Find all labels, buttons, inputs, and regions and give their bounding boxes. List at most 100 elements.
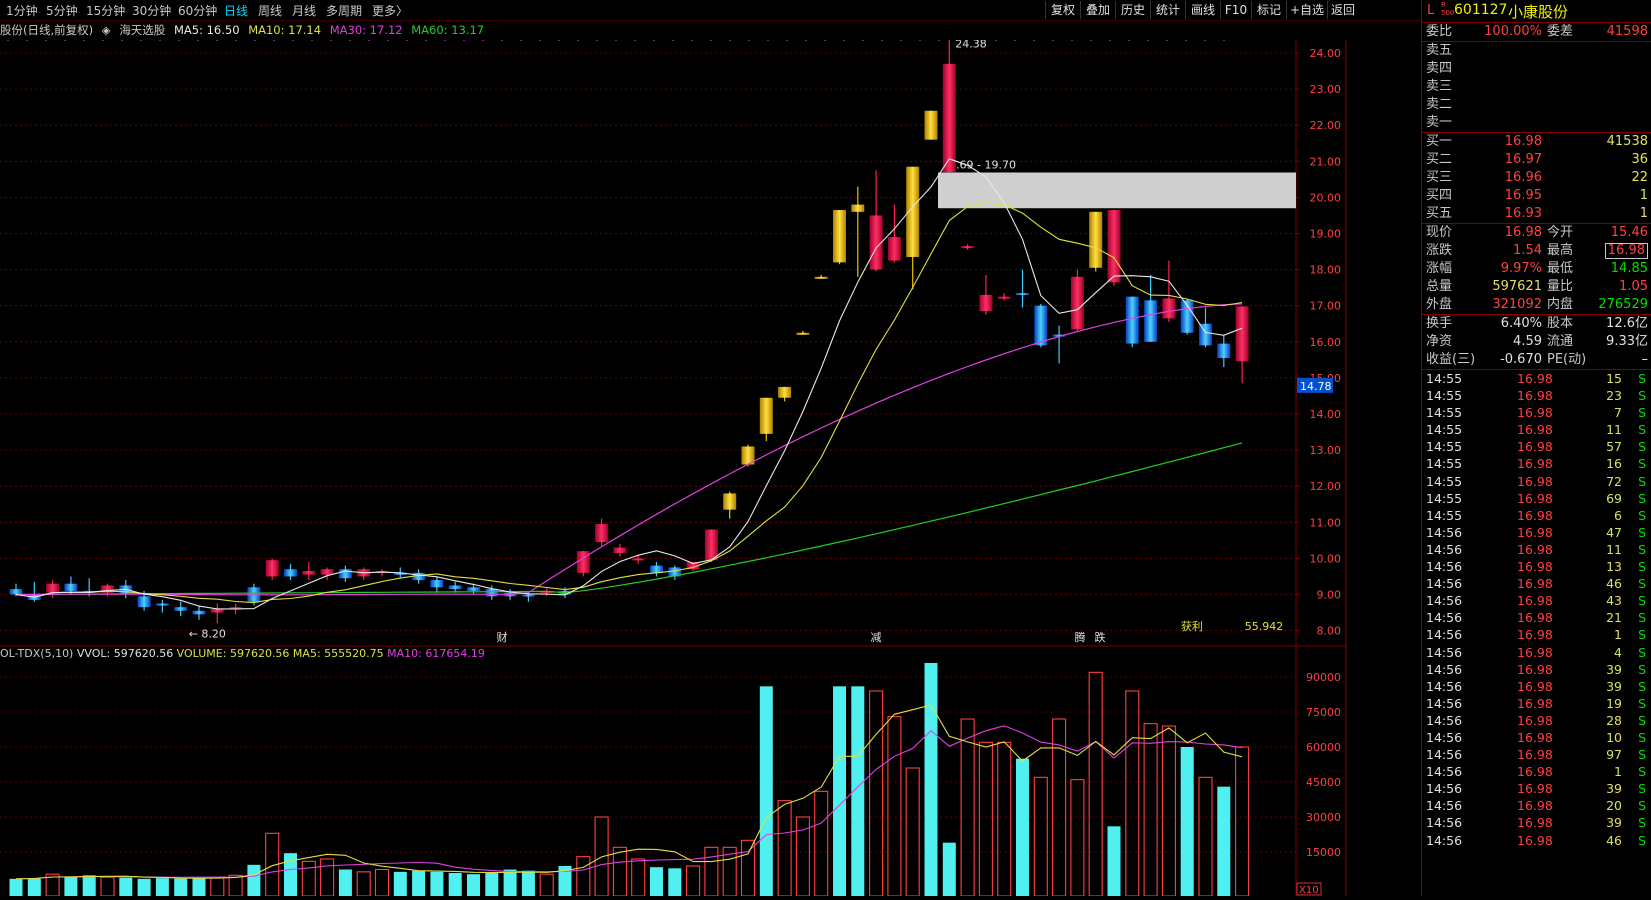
top-dot (7, 39, 9, 41)
toolbar-button-6[interactable]: 标记 (1251, 1, 1286, 19)
top-dot (387, 39, 389, 41)
period-tab-2[interactable]: 15分钟 (86, 2, 125, 19)
toolbar-button-5[interactable]: F10 (1220, 1, 1251, 19)
tick-time: 14:56 (1426, 644, 1463, 660)
top-dot (482, 39, 484, 41)
tick-list[interactable]: 14:55 16.98 15 S 14:55 16.98 23 S 14:55 16.98 7 S 14… (1422, 370, 1651, 849)
buy-label: 买四 (1426, 188, 1453, 203)
tick-row[interactable]: 14:56 16.98 46 S (1422, 575, 1651, 592)
tick-row[interactable]: 14:56 16.98 39 S (1422, 678, 1651, 695)
toolbar-button-0[interactable]: 复权 (1045, 1, 1080, 19)
period-tab-6[interactable]: 周线 (258, 2, 282, 19)
indicator-name[interactable]: 海天选股 (119, 23, 165, 37)
settings-diamond-icon[interactable]: ◈ (102, 23, 111, 37)
top-dot (615, 39, 617, 41)
volume-tick-label: 15000 (1306, 846, 1341, 859)
period-tab-3[interactable]: 30分钟 (132, 2, 171, 19)
volume-unit-label: X10 (1299, 885, 1319, 896)
candle-body (961, 246, 975, 249)
stat-value: 16.98 (1504, 225, 1542, 240)
tick-row[interactable]: 14:56 16.98 28 S (1422, 712, 1651, 729)
top-dot (406, 39, 408, 41)
event-marker: 腾 (1075, 630, 1086, 644)
candle-body (796, 332, 810, 335)
tick-side: S (1638, 712, 1646, 728)
tick-row[interactable]: 14:55 16.98 7 S (1422, 404, 1651, 421)
period-tab-4[interactable]: 60分钟 (178, 2, 217, 19)
volume-bar (1088, 671, 1103, 897)
top-dot (805, 39, 807, 41)
top-dot (710, 39, 712, 41)
period-tab-7[interactable]: 月线 (292, 2, 316, 19)
period-tab-9[interactable]: 更多〉 (372, 2, 408, 19)
volume-bar (155, 878, 169, 896)
candle-body (997, 296, 1011, 299)
tick-row[interactable]: 14:56 16.98 11 S (1422, 541, 1651, 558)
tick-side: S (1638, 678, 1646, 694)
tick-row[interactable]: 14:56 16.98 1 S (1422, 763, 1651, 780)
price-tick-label: 24.00 (1310, 47, 1342, 60)
tick-row[interactable]: 14:56 16.98 4 S (1422, 644, 1651, 661)
volume-bar (1143, 723, 1158, 897)
chart-area[interactable]: 24.00 23.00 22.00 21.00 20.00 19.00 18.00 17.00… (0, 37, 1421, 897)
kline-chart[interactable]: 24.00 23.00 22.00 21.00 20.00 19.00 18.00 17.00… (0, 37, 1421, 897)
toolbar-button-4[interactable]: 画线 (1185, 1, 1220, 19)
top-dot (83, 39, 85, 41)
stat-label: 外盘 (1426, 297, 1453, 312)
period-tab-5[interactable]: 日线 (224, 2, 248, 19)
tick-volume: 11 (1606, 541, 1622, 557)
tick-row[interactable]: 14:55 16.98 16 S (1422, 455, 1651, 472)
tick-row[interactable]: 14:55 16.98 23 S (1422, 387, 1651, 404)
tick-row[interactable]: 14:56 16.98 39 S (1422, 814, 1651, 831)
volume-bar (9, 878, 23, 896)
candle-body (430, 580, 444, 588)
tick-row[interactable]: 14:56 16.98 47 S (1422, 524, 1651, 541)
tick-volume: 6 (1614, 507, 1622, 523)
toolbar-button-1[interactable]: 叠加 (1080, 1, 1115, 19)
buy-row-3: 买三 16.96 22 (1422, 169, 1651, 187)
tick-row[interactable]: 14:56 16.98 10 S (1422, 729, 1651, 746)
weicha-value: 41598 (1606, 24, 1648, 39)
tick-row[interactable]: 14:55 16.98 72 S (1422, 473, 1651, 490)
candle-body (1125, 296, 1139, 344)
period-tab-1[interactable]: 5分钟 (46, 2, 78, 19)
tick-time: 14:55 (1426, 422, 1463, 438)
period-tab-8[interactable]: 多周期 (326, 2, 362, 19)
tick-row[interactable]: 14:56 16.98 97 S (1422, 746, 1651, 763)
ma60-line (15, 442, 1243, 596)
tick-row[interactable]: 14:55 16.98 6 S (1422, 507, 1651, 524)
tick-volume: 46 (1606, 832, 1622, 848)
volume-bar (539, 873, 554, 897)
tick-row[interactable]: 14:56 16.98 46 S (1422, 832, 1651, 849)
top-dot (1185, 39, 1187, 41)
price-tick-label: 10.00 (1310, 552, 1342, 565)
tick-row[interactable]: 14:56 16.98 13 S (1422, 558, 1651, 575)
top-dot (1204, 39, 1206, 41)
toolbar-button-8[interactable]: 返回 (1327, 1, 1358, 19)
tick-price: 16.98 (1517, 747, 1553, 763)
tick-row[interactable]: 14:56 16.98 20 S (1422, 797, 1651, 814)
tick-row[interactable]: 14:56 16.98 21 S (1422, 609, 1651, 626)
candle-body (942, 63, 956, 173)
tick-row[interactable]: 14:56 16.98 19 S (1422, 695, 1651, 712)
tick-time: 14:56 (1426, 695, 1463, 711)
tick-row[interactable]: 14:56 16.98 39 S (1422, 780, 1651, 797)
toolbar-button-2[interactable]: 历史 (1115, 1, 1150, 19)
tick-row[interactable]: 14:55 16.98 57 S (1422, 438, 1651, 455)
top-dot (824, 39, 826, 41)
tick-row[interactable]: 14:55 16.98 69 S (1422, 490, 1651, 507)
tick-volume: 23 (1606, 388, 1622, 404)
toolbar-button-3[interactable]: 统计 (1150, 1, 1185, 19)
tick-time: 14:55 (1426, 473, 1463, 489)
tick-side: S (1638, 781, 1646, 797)
tick-row[interactable]: 14:56 16.98 1 S (1422, 626, 1651, 643)
tick-time: 14:56 (1426, 627, 1463, 643)
sell-label: 卖三 (1426, 79, 1453, 94)
period-tab-0[interactable]: 1分钟 (6, 2, 38, 19)
tick-row[interactable]: 14:55 16.98 15 S (1422, 370, 1651, 387)
toolbar-button-7[interactable]: +自选 (1286, 1, 1327, 19)
tick-row[interactable]: 14:55 16.98 11 S (1422, 421, 1651, 438)
tick-row[interactable]: 14:56 16.98 39 S (1422, 661, 1651, 678)
volume-ma10-line (15, 725, 1243, 880)
tick-row[interactable]: 14:56 16.98 43 S (1422, 592, 1651, 609)
